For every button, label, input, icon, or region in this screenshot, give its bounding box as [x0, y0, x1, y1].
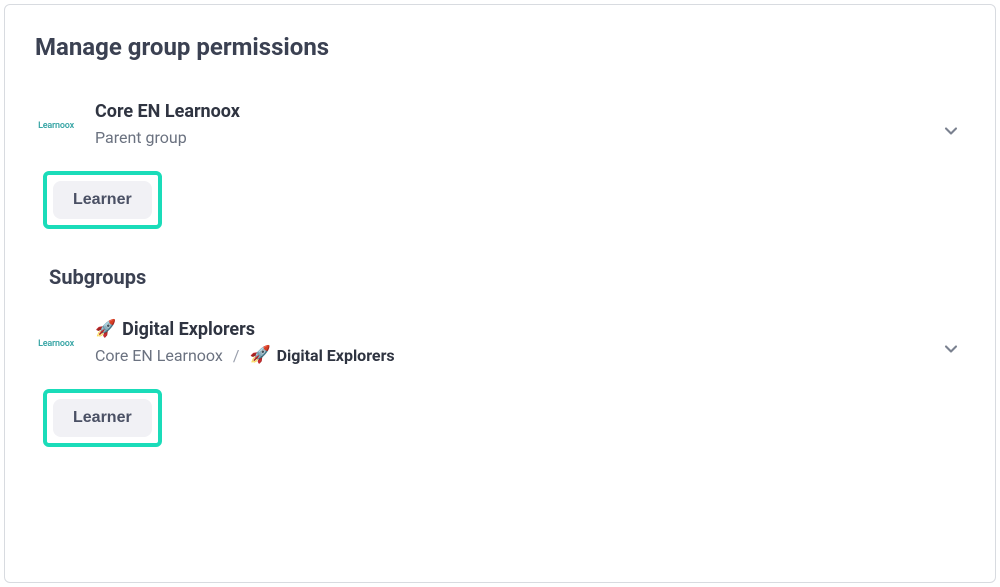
breadcrumb-current-text: Digital Explorers — [277, 346, 395, 365]
subgroup-expand-button[interactable] — [933, 331, 969, 367]
parent-group-role-badge[interactable]: Learner — [53, 181, 152, 219]
rocket-icon: 🚀 — [249, 347, 270, 364]
subgroups-section-title: Subgroups — [49, 265, 969, 289]
subgroup-breadcrumb: Core EN Learnoox / 🚀 Digital Explorers — [95, 346, 969, 365]
rocket-icon: 🚀 — [95, 321, 116, 338]
subgroup-name-text: Digital Explorers — [122, 319, 255, 340]
parent-group-info: Core EN Learnoox Parent group — [95, 101, 969, 147]
parent-group-subtitle: Parent group — [95, 128, 969, 147]
breadcrumb-parent: Core EN Learnoox — [95, 346, 223, 365]
chevron-down-icon — [941, 339, 961, 359]
parent-group-row: Learnoox Core EN Learnoox Parent group — [35, 101, 969, 161]
subgroup-role-highlight: Learner — [43, 389, 162, 447]
parent-group-logo: Learnoox — [35, 105, 77, 147]
subgroup-name: 🚀 Digital Explorers — [95, 319, 969, 340]
parent-group-expand-button[interactable] — [933, 113, 969, 149]
permissions-panel: Manage group permissions Learnoox Core E… — [4, 4, 996, 583]
subgroup-row: Learnoox 🚀 Digital Explorers Core EN Lea… — [35, 319, 969, 379]
subgroup-logo: Learnoox — [35, 323, 77, 365]
subgroup-role-wrap: Learner — [43, 389, 969, 447]
breadcrumb-separator: / — [233, 346, 240, 365]
subgroup-role-badge[interactable]: Learner — [53, 399, 152, 437]
subgroup-info: 🚀 Digital Explorers Core EN Learnoox / 🚀… — [95, 319, 969, 365]
chevron-down-icon — [941, 121, 961, 141]
parent-role-highlight: Learner — [43, 171, 162, 229]
page-title: Manage group permissions — [35, 33, 969, 61]
parent-group-role-wrap: Learner — [43, 171, 969, 229]
breadcrumb-current: 🚀 Digital Explorers — [249, 346, 394, 365]
parent-group-name: Core EN Learnoox — [95, 101, 969, 122]
